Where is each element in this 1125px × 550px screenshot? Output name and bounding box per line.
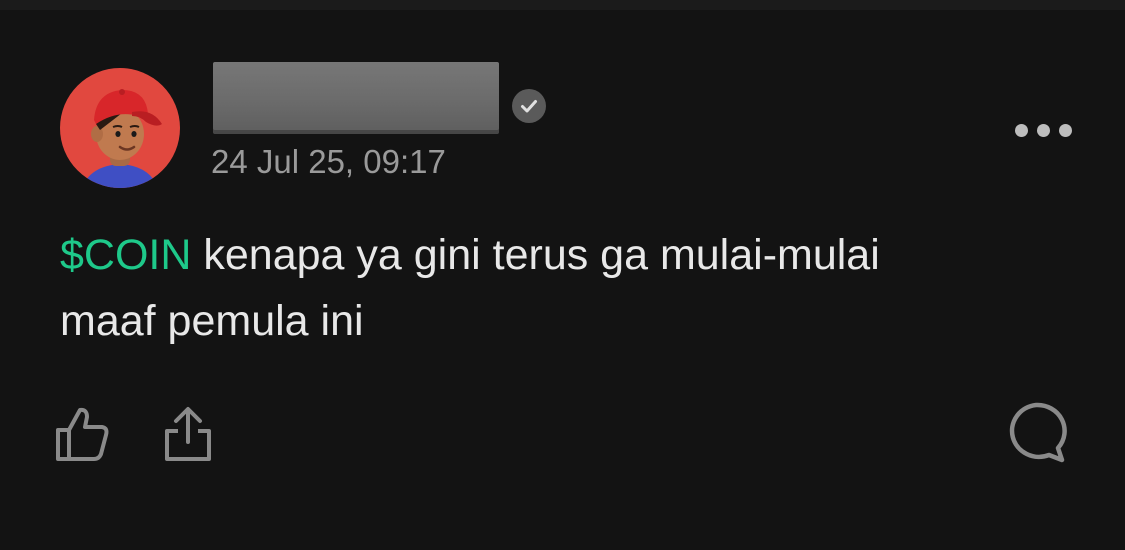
more-dot-icon: [1014, 123, 1028, 137]
more-options-button[interactable]: [1008, 116, 1078, 144]
post-timestamp: 24 Jul 25, 09:17: [211, 143, 446, 180]
top-divider: [0, 0, 1125, 10]
thumbs-up-icon: [56, 407, 109, 461]
share-button[interactable]: [160, 404, 216, 464]
author-name: [213, 62, 499, 134]
avatar-illustration: [82, 89, 162, 188]
share-icon: [165, 407, 211, 461]
author-avatar[interactable]: [60, 68, 180, 188]
verified-badge: [512, 89, 546, 123]
comment-bubble-icon: [1009, 402, 1067, 463]
post-body: $COIN kenapa ya gini terus ga mulai-mula…: [60, 222, 1060, 354]
ticker-link[interactable]: $COIN: [60, 231, 191, 279]
check-icon: [521, 100, 537, 113]
author-name-redacted[interactable]: [213, 62, 499, 134]
comment-button[interactable]: [1002, 400, 1070, 466]
like-button[interactable]: [52, 404, 112, 464]
post-body-line1: kenapa ya gini terus ga mulai-mulai: [191, 231, 880, 279]
post-body-line2: maaf pemula ini: [60, 297, 364, 345]
more-dot-icon: [1058, 123, 1072, 137]
more-dot-icon: [1036, 123, 1050, 137]
